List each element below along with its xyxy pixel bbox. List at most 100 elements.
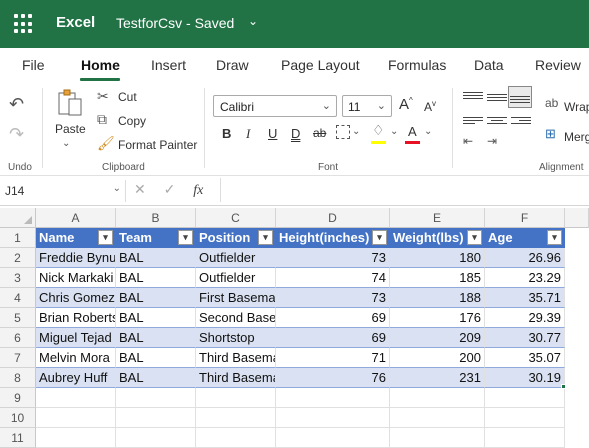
- double-underline-icon[interactable]: D: [291, 126, 300, 141]
- column-header-b[interactable]: B: [116, 208, 196, 228]
- table-cell[interactable]: 35.71: [485, 288, 565, 308]
- italic-icon[interactable]: I: [246, 126, 250, 142]
- table-cell[interactable]: BAL: [116, 348, 196, 368]
- empty-cell[interactable]: [116, 408, 196, 428]
- row-header[interactable]: 5: [0, 308, 36, 328]
- empty-cell[interactable]: [485, 408, 565, 428]
- filter-dropdown-icon[interactable]: ▾: [372, 230, 387, 245]
- table-cell[interactable]: 35.07: [485, 348, 565, 368]
- table-cell[interactable]: 200: [390, 348, 485, 368]
- align-middle-icon[interactable]: [487, 92, 507, 106]
- chevron-down-icon[interactable]: ⌄: [62, 138, 70, 149]
- align-left-icon[interactable]: [463, 115, 483, 129]
- tab-page-layout[interactable]: Page Layout: [281, 57, 360, 73]
- table-cell[interactable]: BAL: [116, 248, 196, 268]
- chevron-down-icon[interactable]: ⌄: [248, 14, 258, 28]
- bold-icon[interactable]: B: [222, 126, 231, 141]
- table-cell[interactable]: 30.77: [485, 328, 565, 348]
- table-cell[interactable]: 180: [390, 248, 485, 268]
- column-header-f[interactable]: F: [485, 208, 565, 228]
- table-cell[interactable]: 76: [276, 368, 390, 388]
- table-resize-handle[interactable]: [561, 384, 566, 389]
- chevron-down-icon[interactable]: ⌄: [352, 126, 360, 137]
- row-header[interactable]: 6: [0, 328, 36, 348]
- wrap-text-icon[interactable]: ab: [545, 96, 558, 110]
- increase-font-icon[interactable]: A^: [399, 96, 413, 113]
- table-cell[interactable]: Freddie Bynu: [36, 248, 116, 268]
- fill-color-icon[interactable]: ♢: [372, 122, 385, 139]
- table-cell[interactable]: BAL: [116, 368, 196, 388]
- table-cell[interactable]: 23.29: [485, 268, 565, 288]
- empty-cell[interactable]: [485, 428, 565, 448]
- table-cell[interactable]: 74: [276, 268, 390, 288]
- app-launcher-icon[interactable]: [14, 14, 34, 34]
- table-cell[interactable]: 30.19: [485, 368, 565, 388]
- merge-button[interactable]: Merg: [564, 130, 589, 144]
- row-header[interactable]: 9: [0, 388, 36, 408]
- table-cell[interactable]: 176: [390, 308, 485, 328]
- table-cell[interactable]: Outfielder: [196, 248, 276, 268]
- table-cell[interactable]: Chris Gomez: [36, 288, 116, 308]
- row-header[interactable]: 7: [0, 348, 36, 368]
- filter-dropdown-icon[interactable]: ▾: [258, 230, 273, 245]
- column-header-g[interactable]: [565, 208, 589, 228]
- tab-insert[interactable]: Insert: [151, 57, 186, 73]
- table-cell[interactable]: 73: [276, 248, 390, 268]
- table-cell[interactable]: Shortstop: [196, 328, 276, 348]
- table-cell[interactable]: First Basemai: [196, 288, 276, 308]
- table-cell[interactable]: 29.39: [485, 308, 565, 328]
- formula-input[interactable]: [220, 178, 589, 202]
- row-header[interactable]: 10: [0, 408, 36, 428]
- table-header-cell[interactable]: Team ▾: [116, 228, 196, 248]
- table-cell[interactable]: Third Basema: [196, 368, 276, 388]
- column-header-c[interactable]: C: [196, 208, 276, 228]
- filter-dropdown-icon[interactable]: ▾: [547, 230, 562, 245]
- empty-cell[interactable]: [276, 408, 390, 428]
- table-cell[interactable]: 71: [276, 348, 390, 368]
- undo-icon[interactable]: ↶: [9, 94, 24, 115]
- font-size-select[interactable]: 11 ⌄: [342, 95, 392, 117]
- table-cell[interactable]: BAL: [116, 288, 196, 308]
- increase-indent-icon[interactable]: ⇥: [487, 134, 497, 148]
- format-painter-icon[interactable]: 🖌: [97, 135, 115, 152]
- tab-data[interactable]: Data: [474, 57, 504, 73]
- paste-button[interactable]: Paste: [55, 122, 86, 136]
- table-cell[interactable]: 73: [276, 288, 390, 308]
- table-header-cell[interactable]: Height(inches) ▾: [276, 228, 390, 248]
- decrease-indent-icon[interactable]: ⇤: [463, 134, 473, 148]
- strikethrough-icon[interactable]: ab: [313, 126, 326, 140]
- empty-cell[interactable]: [390, 428, 485, 448]
- align-center-icon[interactable]: [487, 115, 507, 129]
- tab-draw[interactable]: Draw: [216, 57, 249, 73]
- copy-button[interactable]: Copy: [118, 114, 146, 128]
- table-cell[interactable]: Melvin Mora: [36, 348, 116, 368]
- table-cell[interactable]: 209: [390, 328, 485, 348]
- empty-cell[interactable]: [485, 388, 565, 408]
- tab-review[interactable]: Review: [535, 57, 581, 73]
- paste-icon[interactable]: [54, 88, 86, 118]
- table-cell[interactable]: 188: [390, 288, 485, 308]
- table-cell[interactable]: Aubrey Huff: [36, 368, 116, 388]
- empty-cell[interactable]: [116, 428, 196, 448]
- filter-dropdown-icon[interactable]: ▾: [98, 230, 113, 245]
- filter-dropdown-icon[interactable]: ▾: [178, 230, 193, 245]
- table-cell[interactable]: Outfielder: [196, 268, 276, 288]
- table-header-cell[interactable]: Name ▾: [36, 228, 116, 248]
- empty-cell[interactable]: [196, 408, 276, 428]
- row-header[interactable]: 4: [0, 288, 36, 308]
- empty-cell[interactable]: [390, 388, 485, 408]
- table-header-cell[interactable]: Weight(lbs) ▾: [390, 228, 485, 248]
- decrease-font-icon[interactable]: Av: [424, 99, 436, 114]
- tab-formulas[interactable]: Formulas: [388, 57, 446, 73]
- table-cell[interactable]: 231: [390, 368, 485, 388]
- empty-cell[interactable]: [196, 428, 276, 448]
- empty-cell[interactable]: [36, 428, 116, 448]
- borders-icon[interactable]: [336, 125, 350, 139]
- table-cell[interactable]: 185: [390, 268, 485, 288]
- table-cell[interactable]: BAL: [116, 268, 196, 288]
- table-cell[interactable]: Third Basema: [196, 348, 276, 368]
- underline-icon[interactable]: U: [268, 126, 277, 141]
- table-cell[interactable]: BAL: [116, 308, 196, 328]
- cut-button[interactable]: Cut: [118, 90, 137, 104]
- copy-icon[interactable]: ⧉: [97, 111, 107, 128]
